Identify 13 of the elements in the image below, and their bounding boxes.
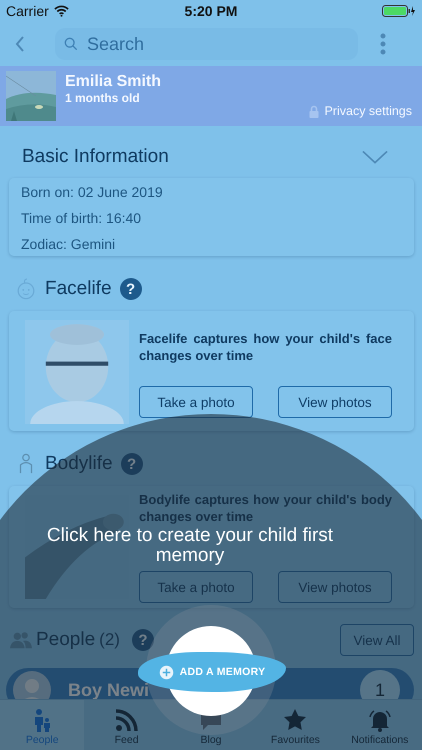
coach-message: Click here to create your child first memory xyxy=(46,526,334,566)
feature-description: Facelife captures how your child's face changes over time xyxy=(139,330,392,364)
section-title: Basic Information xyxy=(22,146,169,168)
info-line: Time of birth: 16:40 xyxy=(21,209,142,228)
child-name: Emilia Smith xyxy=(65,73,162,91)
section-title: People xyxy=(36,629,96,651)
carrier-label: Carrier xyxy=(6,3,49,19)
section-title: Facelife xyxy=(45,278,112,300)
clock-time: 5:20 PM xyxy=(184,3,238,19)
info-line: Born on: 02 June 2019 xyxy=(21,183,164,202)
info-line: Zodiac: Gemini xyxy=(21,235,116,254)
feature-description: Bodylife captures how your child's body changes over time xyxy=(139,491,392,525)
child-age: 1 months old xyxy=(65,91,141,105)
